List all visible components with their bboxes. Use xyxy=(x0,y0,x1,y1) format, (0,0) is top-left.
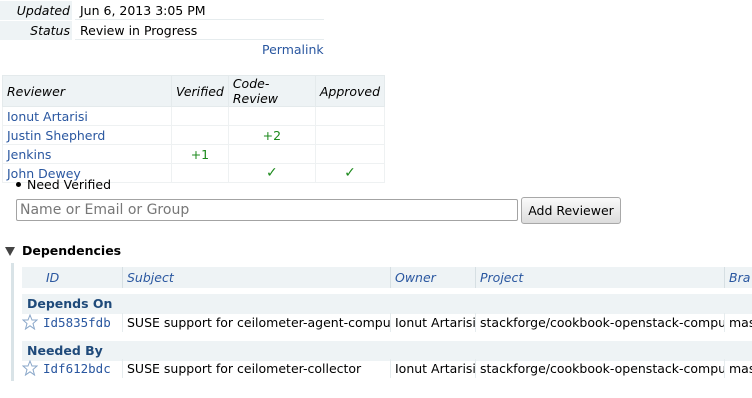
approved-check-icon: ✓ xyxy=(314,163,386,183)
reviewer-row: Ionut Artarisi xyxy=(2,106,386,126)
updated-label: Updated xyxy=(0,1,72,20)
dependency-row[interactable]: Idf612bdc SUSE support for ceilometer-co… xyxy=(22,359,752,378)
verified-cell xyxy=(171,163,229,183)
dependencies-header: ID Subject Owner Project Bra xyxy=(22,267,752,288)
star-icon[interactable] xyxy=(22,314,38,330)
status-label: Status xyxy=(0,21,72,40)
need-verified-item: Need Verified xyxy=(16,177,111,192)
dependencies-indent-bar xyxy=(11,263,14,381)
column-branch[interactable]: Bra xyxy=(724,267,752,288)
approved-cell xyxy=(314,144,386,164)
column-project[interactable]: Project xyxy=(475,267,724,288)
column-owner[interactable]: Owner xyxy=(390,267,475,288)
column-id[interactable]: ID xyxy=(22,267,122,288)
approved-cell xyxy=(314,106,386,126)
column-subject[interactable]: Subject xyxy=(122,267,390,288)
reviewer-table-header: Reviewer Verified Code-Review Approved xyxy=(2,75,386,107)
status-value: Review in Progress xyxy=(75,21,324,40)
verified-cell xyxy=(171,125,229,145)
updated-value: Jun 6, 2013 3:05 PM xyxy=(75,1,324,20)
verified-cell xyxy=(171,106,229,126)
owner-cell[interactable]: Ionut Artarisi xyxy=(390,313,475,332)
header-verified: Verified xyxy=(171,75,229,107)
branch-cell[interactable]: mas xyxy=(724,359,752,378)
verified-cell: +1 xyxy=(171,144,229,164)
owner-cell[interactable]: Ionut Artarisi xyxy=(390,359,475,378)
header-approved: Approved xyxy=(314,75,386,107)
add-reviewer-button[interactable]: Add Reviewer xyxy=(521,197,621,224)
reviewer-table: Reviewer Verified Code-Review Approved I… xyxy=(2,75,386,183)
dependency-row[interactable]: Id5835fdb SUSE support for ceilometer-ag… xyxy=(22,313,752,332)
reviewer-name[interactable]: Ionut Artarisi xyxy=(2,106,172,126)
permalink-link[interactable]: Permalink xyxy=(262,42,324,57)
branch-cell[interactable]: mas xyxy=(724,313,752,332)
reviewer-row: Jenkins +1 xyxy=(2,144,386,164)
star-icon[interactable] xyxy=(22,360,38,376)
needed-by-label: Needed By xyxy=(22,341,752,361)
change-id-link[interactable]: Idf612bdc xyxy=(40,359,122,378)
dependencies-toggle[interactable]: Dependencies xyxy=(5,243,121,258)
header-code-review: Code-Review xyxy=(227,75,316,107)
project-cell[interactable]: stackforge/cookbook-openstack-compute xyxy=(475,313,724,332)
subject-cell[interactable]: SUSE support for ceilometer-collector xyxy=(122,359,390,378)
reviewer-row: Justin Shepherd +2 xyxy=(2,125,386,145)
need-verified-label: Need Verified xyxy=(27,177,112,192)
code-review-cell: +2 xyxy=(227,125,316,145)
header-reviewer: Reviewer xyxy=(2,75,172,107)
collapse-triangle-icon xyxy=(5,247,15,256)
subject-cell[interactable]: SUSE support for ceilometer-agent-comput… xyxy=(122,313,390,332)
code-review-cell xyxy=(227,106,316,126)
bullet-icon xyxy=(16,182,21,187)
project-cell[interactable]: stackforge/cookbook-openstack-compute xyxy=(475,359,724,378)
dependencies-title: Dependencies xyxy=(22,243,122,258)
reviewer-name[interactable]: Justin Shepherd xyxy=(2,125,172,145)
reviewer-search-input[interactable] xyxy=(16,199,518,221)
depends-on-label: Depends On xyxy=(22,294,752,314)
code-review-check-icon: ✓ xyxy=(227,163,316,183)
reviewer-name[interactable]: Jenkins xyxy=(2,144,172,164)
code-review-cell xyxy=(227,144,316,164)
change-id-link[interactable]: Id5835fdb xyxy=(40,313,122,332)
approved-cell xyxy=(314,125,386,145)
